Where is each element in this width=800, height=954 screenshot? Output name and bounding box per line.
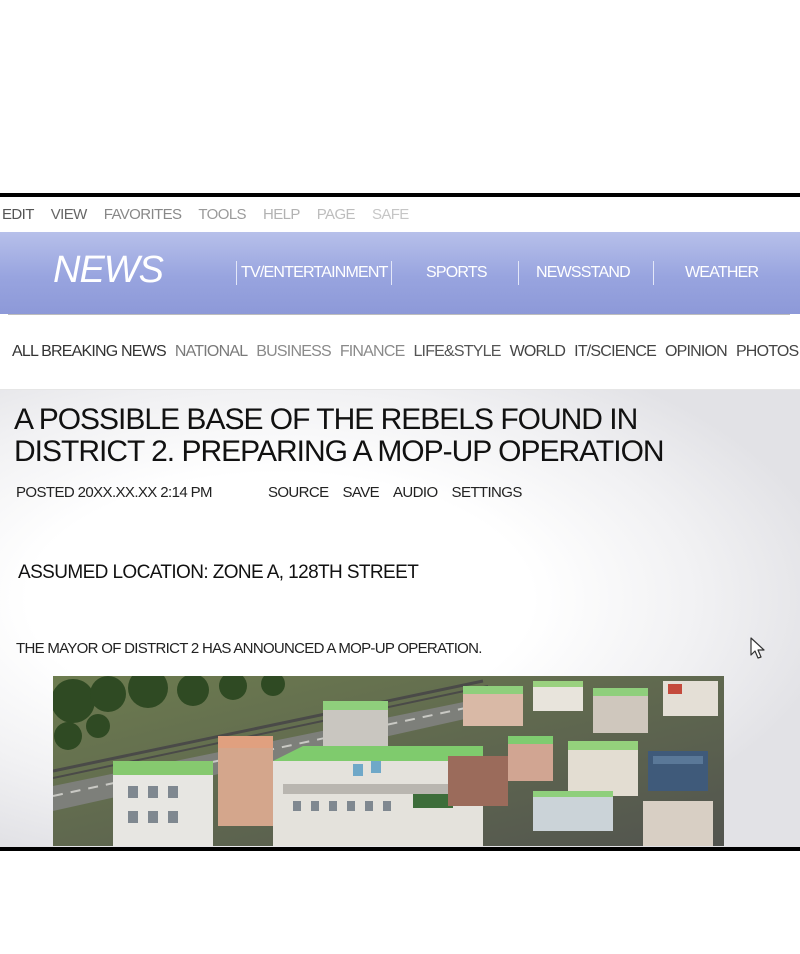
headline-line-2: DISTRICT 2. PREPARING A MOP-UP OPERATION (14, 435, 665, 468)
menu-view[interactable]: VIEW (51, 206, 88, 223)
mouse-pointer-icon (750, 637, 766, 666)
article-subheading: ASSUMED LOCATION: ZONE A, 128TH STREET (18, 562, 419, 583)
category-national[interactable]: NATIONAL (175, 343, 248, 361)
site-header: NEWS TV/ENTERTAINMENT SPORTS NEWSSTAND W… (0, 232, 800, 314)
browser-menu-bar: EDIT VIEW FAVORITES TOOLS HELP PAGE SAFE (0, 201, 800, 227)
category-business[interactable]: BUSINESS (256, 343, 331, 361)
category-finance[interactable]: FINANCE (340, 343, 405, 361)
category-world[interactable]: WORLD (510, 343, 566, 361)
menu-safe[interactable]: SAFE (372, 206, 409, 223)
article-meta: POSTED 20XX.XX.XX 2:14 PM SOURCE SAVE AU… (16, 484, 536, 501)
category-opinion[interactable]: OPINION (665, 343, 728, 361)
menu-favorites[interactable]: FAVORITES (104, 206, 182, 223)
posted-timestamp: POSTED 20XX.XX.XX 2:14 PM (16, 484, 213, 501)
category-photos[interactable]: PHOTOS (736, 343, 799, 361)
save-link[interactable]: SAVE (343, 484, 380, 501)
category-life-style[interactable]: LIFE&STYLE (413, 343, 501, 361)
meta-divider (8, 314, 790, 315)
site-logo[interactable]: NEWS (53, 249, 164, 292)
nav-tv-entertainment[interactable]: TV/ENTERTAINMENT (237, 260, 391, 286)
nav-newsstand[interactable]: NEWSSTAND (519, 260, 653, 286)
main-navigation: TV/ENTERTAINMENT SPORTS NEWSSTAND WEATHE… (236, 260, 794, 286)
audio-link[interactable]: AUDIO (393, 484, 438, 501)
menu-page[interactable]: PAGE (317, 206, 356, 223)
city-aerial-photo[interactable] (53, 676, 724, 846)
article-body: THE MAYOR OF DISTRICT 2 HAS ANNOUNCED A … (16, 640, 482, 657)
source-link[interactable]: SOURCE (268, 484, 329, 501)
menu-edit[interactable]: EDIT (2, 206, 34, 223)
menu-help[interactable]: HELP (263, 206, 300, 223)
nav-sports[interactable]: SPORTS (392, 260, 518, 286)
category-all-breaking-news[interactable]: ALL BREAKING NEWS (12, 343, 167, 361)
article-headline: A POSSIBLE BASE OF THE REBELS FOUND IN D… (14, 404, 774, 468)
headline-line-1: A POSSIBLE BASE OF THE REBELS FOUND IN (14, 403, 638, 436)
menu-tools[interactable]: TOOLS (198, 206, 246, 223)
nav-weather[interactable]: WEATHER (654, 260, 794, 286)
category-it-science[interactable]: IT/SCIENCE (574, 343, 657, 361)
category-navigation: ALL BREAKING NEWS NATIONAL BUSINESS FINA… (12, 343, 799, 361)
settings-link[interactable]: SETTINGS (452, 484, 523, 501)
